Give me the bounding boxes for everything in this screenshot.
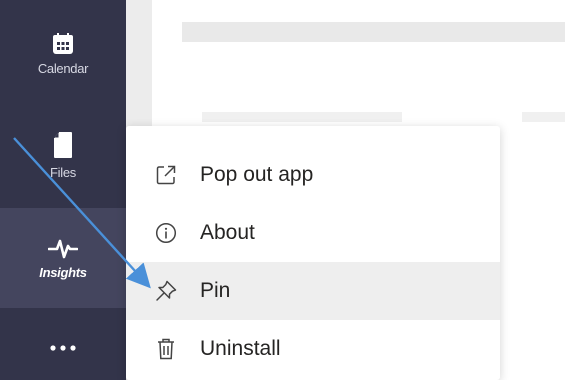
rail-item-label: Calendar (37, 60, 89, 76)
menu-item-pin[interactable]: Pin (126, 262, 500, 320)
menu-item-label: Pop out app (200, 163, 314, 186)
teams-window: Calendar Files Insights Pop out app Abou… (0, 0, 565, 380)
app-rail: Calendar Files Insights (0, 0, 126, 380)
pulse-icon (48, 237, 78, 259)
menu-item-label: About (200, 221, 255, 244)
menu-item-pop-out-app[interactable]: Pop out app (126, 146, 500, 204)
trash-icon (154, 337, 178, 361)
rail-item-files[interactable]: Files (0, 110, 126, 200)
pop-out-icon (154, 163, 178, 187)
menu-item-label: Pin (200, 279, 231, 302)
pin-icon (154, 279, 178, 303)
menu-item-label: Uninstall (200, 337, 281, 360)
file-icon (53, 131, 73, 159)
rail-item-label: Files (50, 164, 76, 180)
rail-item-calendar[interactable]: Calendar (0, 14, 126, 94)
content-placeholder-bar (202, 112, 402, 122)
calendar-icon (52, 32, 74, 55)
app-context-menu: Pop out app About Pin Uninstall (126, 126, 500, 380)
menu-item-uninstall[interactable]: Uninstall (126, 320, 500, 378)
content-placeholder-bar (182, 22, 565, 42)
menu-item-about[interactable]: About (126, 204, 500, 262)
info-icon (154, 221, 178, 245)
content-placeholder-bar (522, 112, 565, 122)
rail-item-more[interactable] (0, 318, 126, 378)
more-dots-icon (50, 345, 76, 351)
rail-item-insights[interactable]: Insights (0, 208, 126, 308)
rail-item-label: Insights (39, 264, 87, 280)
